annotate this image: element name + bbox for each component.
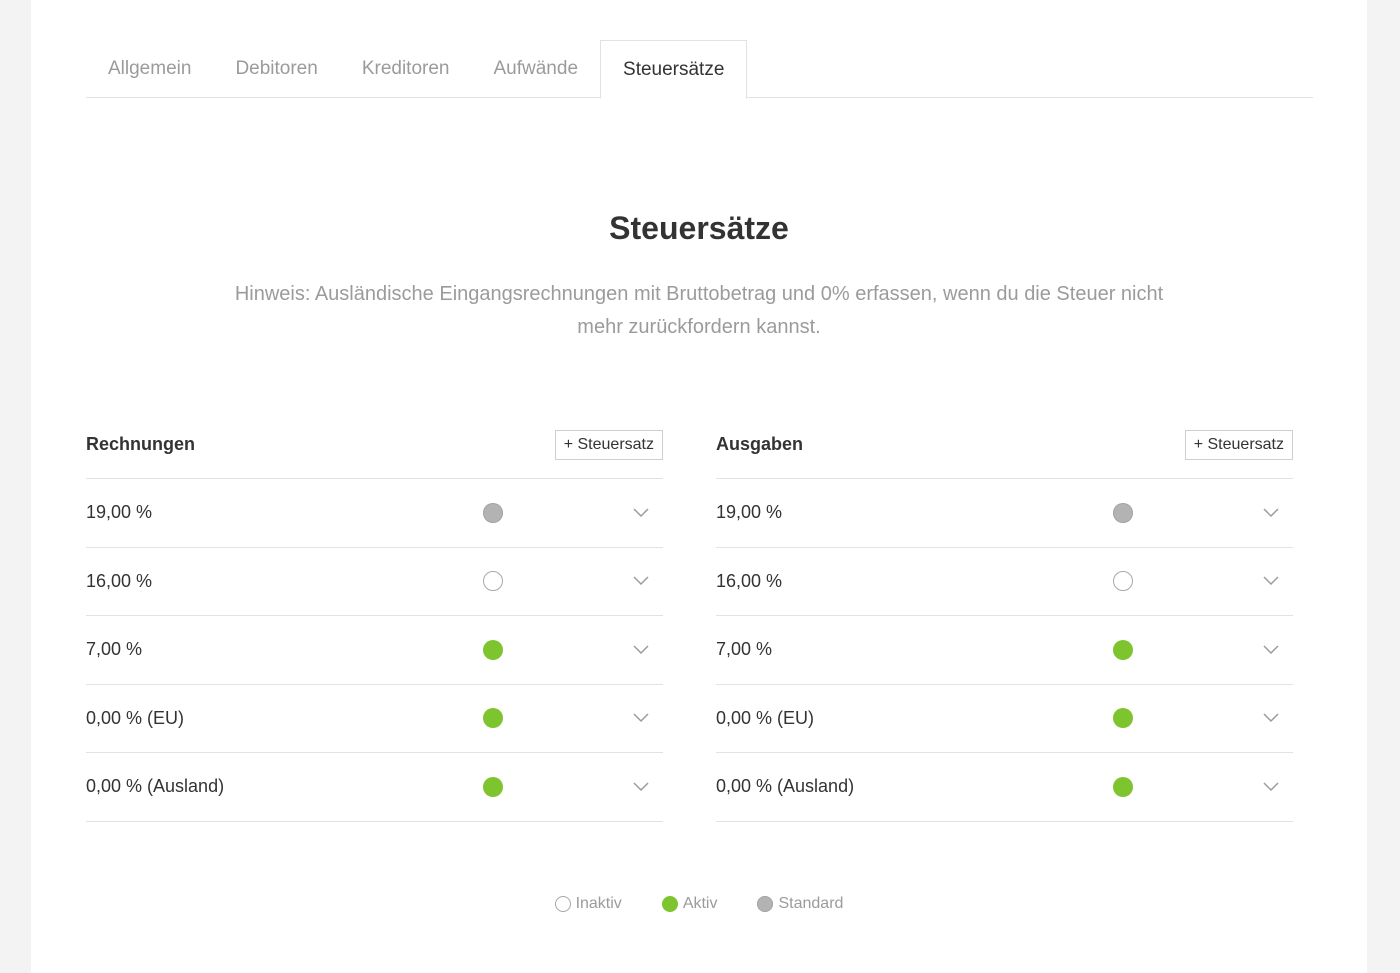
chevron-down-icon[interactable]	[632, 504, 650, 522]
add-expense-rate-button[interactable]: + Steuersatz	[1184, 429, 1293, 460]
chevron-down-icon[interactable]	[1262, 641, 1280, 659]
expenses-panel: Ausgaben + Steuersatz 19,00 % 16,00 % 7,00…	[716, 429, 1293, 822]
invoices-header: Rechnungen + Steuersatz	[86, 429, 663, 479]
legend-standard: Standard	[757, 895, 843, 913]
rate-row[interactable]: 7,00 %	[716, 616, 1293, 685]
tab-allgemein[interactable]: Allgemein	[86, 40, 213, 98]
standard-dot-icon	[757, 896, 774, 912]
legend-active-label: Aktiv	[682, 895, 718, 912]
rate-label: 16,00 %	[716, 570, 783, 591]
rate-row[interactable]: 0,00 % (EU)	[86, 685, 663, 753]
rate-label: 0,00 % (Ausland)	[86, 776, 225, 797]
settings-card: Allgemein Debitoren Kreditoren Aufwände …	[31, 0, 1367, 973]
chevron-down-icon[interactable]	[632, 572, 650, 590]
rate-label: 16,00 %	[86, 570, 153, 591]
active-status-icon	[1113, 639, 1133, 660]
active-status-icon	[483, 776, 503, 797]
rate-row[interactable]: 19,00 %	[716, 479, 1293, 548]
active-status-icon	[483, 708, 503, 729]
chevron-down-icon[interactable]	[1262, 709, 1280, 727]
page-title: Steuersätze	[609, 210, 789, 246]
chevron-down-icon[interactable]	[1262, 572, 1280, 590]
rate-row[interactable]: 0,00 % (Ausland)	[716, 753, 1293, 822]
status-legend: Inaktiv Aktiv Standard	[31, 895, 1367, 913]
chevron-down-icon[interactable]	[1262, 778, 1280, 796]
chevron-down-icon[interactable]	[632, 709, 650, 727]
rate-label: 0,00 % (Ausland)	[716, 776, 855, 797]
invoices-title: Rechnungen	[86, 434, 196, 454]
legend-standard-label: Standard	[778, 895, 844, 912]
inactive-status-icon	[483, 571, 503, 592]
expenses-header: Ausgaben + Steuersatz	[716, 429, 1293, 479]
rate-row[interactable]: 16,00 %	[86, 548, 663, 616]
tab-steuersaetze[interactable]: Steuersätze	[600, 40, 748, 99]
active-dot-icon	[661, 896, 678, 912]
invoices-panel: Rechnungen + Steuersatz 19,00 % 16,00 % 7,…	[86, 429, 663, 822]
tab-debitoren[interactable]: Debitoren	[213, 40, 339, 98]
chevron-down-icon[interactable]	[632, 641, 650, 659]
inactive-dot-icon	[554, 896, 571, 912]
rate-row[interactable]: 0,00 % (Ausland)	[86, 753, 663, 822]
rate-label: 19,00 %	[716, 502, 783, 523]
chevron-down-icon[interactable]	[1262, 504, 1280, 522]
legend-inactive-label: Inaktiv	[575, 895, 622, 912]
rate-label: 7,00 %	[716, 639, 773, 660]
rate-label: 19,00 %	[86, 502, 153, 523]
invoices-list: 19,00 % 16,00 % 7,00 % 0,00 % (EU) 0,00 % (A…	[86, 479, 663, 822]
legend-active: Aktiv	[661, 895, 718, 913]
rate-row[interactable]: 7,00 %	[86, 616, 663, 685]
standard-status-icon	[1113, 502, 1133, 523]
rate-label: 0,00 % (EU)	[86, 707, 185, 728]
legend-inactive: Inaktiv	[554, 895, 622, 913]
rate-label: 7,00 %	[86, 639, 143, 660]
expenses-title: Ausgaben	[716, 434, 804, 454]
active-status-icon	[483, 639, 503, 660]
tab-aufwaende[interactable]: Aufwände	[472, 40, 601, 98]
rate-row[interactable]: 16,00 %	[716, 548, 1293, 616]
standard-status-icon	[483, 502, 503, 523]
rate-label: 0,00 % (EU)	[716, 707, 815, 728]
rate-row[interactable]: 0,00 % (EU)	[716, 685, 1293, 753]
chevron-down-icon[interactable]	[632, 778, 650, 796]
add-invoice-rate-button[interactable]: + Steuersatz	[554, 429, 663, 460]
active-status-icon	[1113, 708, 1133, 729]
tab-bar: Allgemein Debitoren Kreditoren Aufwände …	[86, 40, 1313, 99]
hint-text: Hinweis: Ausländische Eingangsrechnungen…	[234, 283, 1164, 338]
tab-kreditoren[interactable]: Kreditoren	[340, 40, 472, 98]
active-status-icon	[1113, 776, 1133, 797]
expenses-list: 19,00 % 16,00 % 7,00 % 0,00 % (EU) 0,00 % (A…	[716, 479, 1293, 822]
inactive-status-icon	[1113, 571, 1133, 592]
rate-row[interactable]: 19,00 %	[86, 479, 663, 548]
